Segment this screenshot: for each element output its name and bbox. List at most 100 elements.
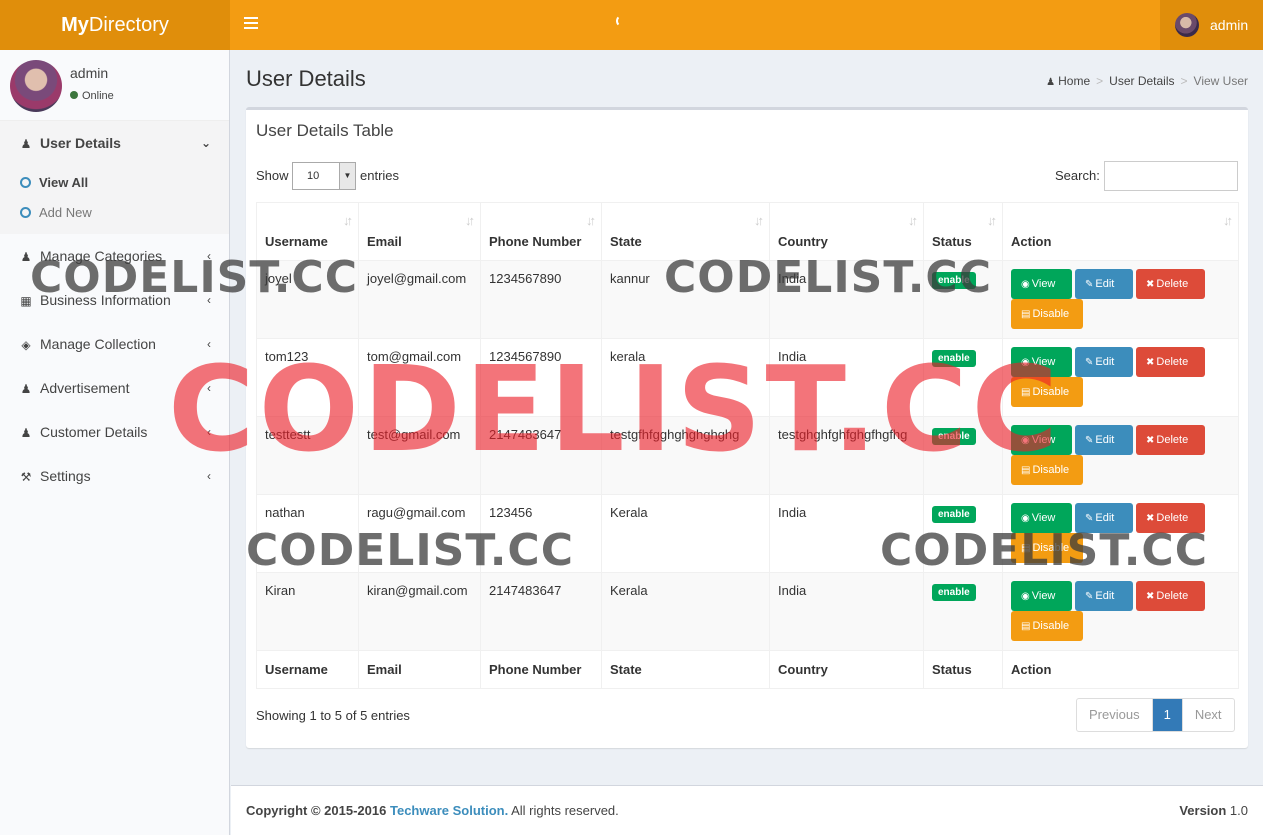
column-header-status[interactable]: Status ↓↑ — [923, 202, 1003, 261]
footer-header-email: Email — [358, 650, 481, 689]
eye-icon: ◉ — [1021, 435, 1030, 446]
sidebar-user-panel: admin Online — [0, 50, 229, 120]
pagination-next[interactable]: Next — [1181, 699, 1234, 731]
loading-spinner-icon — [616, 15, 628, 27]
entries-select[interactable]: 10 ▼ — [292, 162, 356, 190]
pagination-previous[interactable]: Previous — [1077, 699, 1153, 731]
sidebar-user-name: admin — [70, 65, 109, 81]
sidebar-item-manage-collection[interactable]: ◈ Manage Collection ‹ — [0, 322, 229, 366]
breadcrumb-user-details[interactable]: User Details — [1109, 74, 1174, 88]
eye-icon: ◉ — [1021, 357, 1030, 368]
column-header-phone[interactable]: Phone Number ↓↑ — [480, 202, 602, 261]
table-row: Kiran kiran@gmail.com 2147483647 Kerala Indi… — [256, 572, 1239, 651]
edit-button[interactable]: ✎ Edit — [1075, 347, 1133, 377]
sort-icon: ↓↑ — [987, 213, 997, 228]
table-info: Showing 1 to 5 of 5 entries — [256, 708, 410, 723]
sidebar-item-business-information[interactable]: ▦ Business Information ‹ — [0, 278, 229, 322]
avatar — [10, 60, 62, 112]
disable-button[interactable]: ▤ Disable — [1011, 455, 1083, 485]
disable-button[interactable]: ▤ Disable — [1011, 299, 1083, 329]
disable-button[interactable]: ▤ Disable — [1011, 377, 1083, 407]
view-button[interactable]: ◉ View — [1011, 347, 1072, 377]
cell-action: ◉ View ✎ Edit ✖ Delete ▤ Disable — [1002, 494, 1239, 573]
cell-email: test@gmail.com — [358, 416, 481, 495]
edit-button[interactable]: ✎ Edit — [1075, 425, 1133, 455]
cell-email: tom@gmail.com — [358, 338, 481, 417]
chevron-left-icon: ‹ — [207, 381, 211, 395]
column-header-username[interactable]: Username ↓↑ — [256, 202, 359, 261]
delete-button[interactable]: ✖ Delete — [1136, 269, 1205, 299]
column-header-country[interactable]: Country ↓↑ — [769, 202, 924, 261]
chevron-left-icon: ‹ — [207, 249, 211, 263]
footer-header-phone: Phone Number — [480, 650, 602, 689]
sidebar-subitem-view-all[interactable]: View All — [0, 168, 229, 198]
status-badge: enable — [932, 428, 976, 445]
search-label: Search: — [1055, 168, 1100, 183]
sidebar-item-advertisement[interactable]: ♟ Advertisement ‹ — [0, 366, 229, 410]
cell-status: enable — [923, 494, 1003, 573]
chevron-left-icon: ‹ — [207, 293, 211, 307]
sidebar-item-customer-details[interactable]: ♟ Customer Details ‹ — [0, 410, 229, 454]
trash-icon: ✖ — [1146, 279, 1155, 290]
cell-action: ◉ View ✎ Edit ✖ Delete ▤ Disable — [1002, 572, 1239, 651]
cell-country: India — [769, 338, 924, 417]
page-footer: Copyright © 2015-2016 Techware Solution.… — [231, 785, 1263, 835]
column-header-email[interactable]: Email ↓↑ — [358, 202, 481, 261]
table-row: tom123 tom@gmail.com 1234567890 kerala India… — [256, 338, 1239, 417]
pagination-page-1[interactable]: 1 — [1152, 699, 1182, 731]
view-button[interactable]: ◉ View — [1011, 581, 1072, 611]
sidebar-subitem-add-new[interactable]: Add New — [0, 198, 229, 228]
column-header-action[interactable]: Action ↓↑ — [1002, 202, 1239, 261]
disable-button[interactable]: ▤ Disable — [1011, 611, 1083, 641]
version: Version 1.0 — [1179, 803, 1248, 818]
cell-state: kannur — [601, 260, 770, 339]
eye-icon: ◉ — [1021, 513, 1030, 524]
edit-icon: ✎ — [1085, 435, 1094, 446]
delete-button[interactable]: ✖ Delete — [1136, 425, 1205, 455]
delete-button[interactable]: ✖ Delete — [1136, 581, 1205, 611]
view-button[interactable]: ◉ View — [1011, 269, 1072, 299]
delete-button[interactable]: ✖ Delete — [1136, 503, 1205, 533]
column-header-state[interactable]: State ↓↑ — [601, 202, 770, 261]
cell-state: testgfhfgghghghghghg — [601, 416, 770, 495]
view-button[interactable]: ◉ View — [1011, 425, 1072, 455]
delete-button[interactable]: ✖ Delete — [1136, 347, 1205, 377]
header-user-name: admin — [1210, 17, 1249, 33]
sidebar-toggle-icon[interactable] — [244, 17, 258, 29]
search-input[interactable] — [1104, 161, 1238, 191]
edit-button[interactable]: ✎ Edit — [1075, 581, 1133, 611]
table-row: testtestt test@gmail.com 2147483647 testgfh… — [256, 416, 1239, 495]
footer-header-state: State — [601, 650, 770, 689]
user-menu[interactable]: admin — [1160, 0, 1263, 50]
footer-header-country: Country — [769, 650, 924, 689]
edit-button[interactable]: ✎ Edit — [1075, 503, 1133, 533]
breadcrumb-home[interactable]: Home — [1058, 74, 1090, 88]
sort-icon: ↓↑ — [1223, 213, 1233, 228]
cell-username: testtestt — [256, 416, 359, 495]
cell-email: ragu@gmail.com — [358, 494, 481, 573]
edit-button[interactable]: ✎ Edit — [1075, 269, 1133, 299]
cell-status: enable — [923, 572, 1003, 651]
disable-button[interactable]: ▤ Disable — [1011, 533, 1083, 563]
edit-icon: ✎ — [1085, 513, 1094, 524]
users-icon: ♟ — [20, 426, 32, 440]
cell-country: testghghfghfghgfhgfhg — [769, 416, 924, 495]
company-link[interactable]: Techware Solution. — [390, 803, 508, 818]
chevron-left-icon: ‹ — [207, 425, 211, 439]
view-button[interactable]: ◉ View — [1011, 503, 1072, 533]
entries-label: entries — [360, 168, 400, 183]
folder-icon: ▤ — [1021, 465, 1031, 476]
footer-header-username: Username — [256, 650, 359, 689]
circle-icon — [20, 207, 31, 218]
sidebar-item-user-details[interactable]: ♟ User Details ⌄ — [0, 120, 229, 164]
trash-icon: ✖ — [1146, 591, 1155, 602]
sidebar-item-settings[interactable]: ⚒ Settings ‹ — [0, 454, 229, 498]
sidebar-item-manage-categories[interactable]: ♟ Manage Categories ‹ — [0, 234, 229, 278]
building-icon: ▦ — [20, 294, 32, 308]
folder-icon: ▤ — [1021, 309, 1031, 320]
cell-country: India — [769, 260, 924, 339]
user-icon: ♟ — [1046, 77, 1056, 88]
show-label: Show — [256, 168, 289, 183]
app-logo[interactable]: MyDirectory — [0, 0, 230, 50]
user-details-box: User Details Table Show 10 ▼ entries Sear… — [246, 107, 1248, 748]
